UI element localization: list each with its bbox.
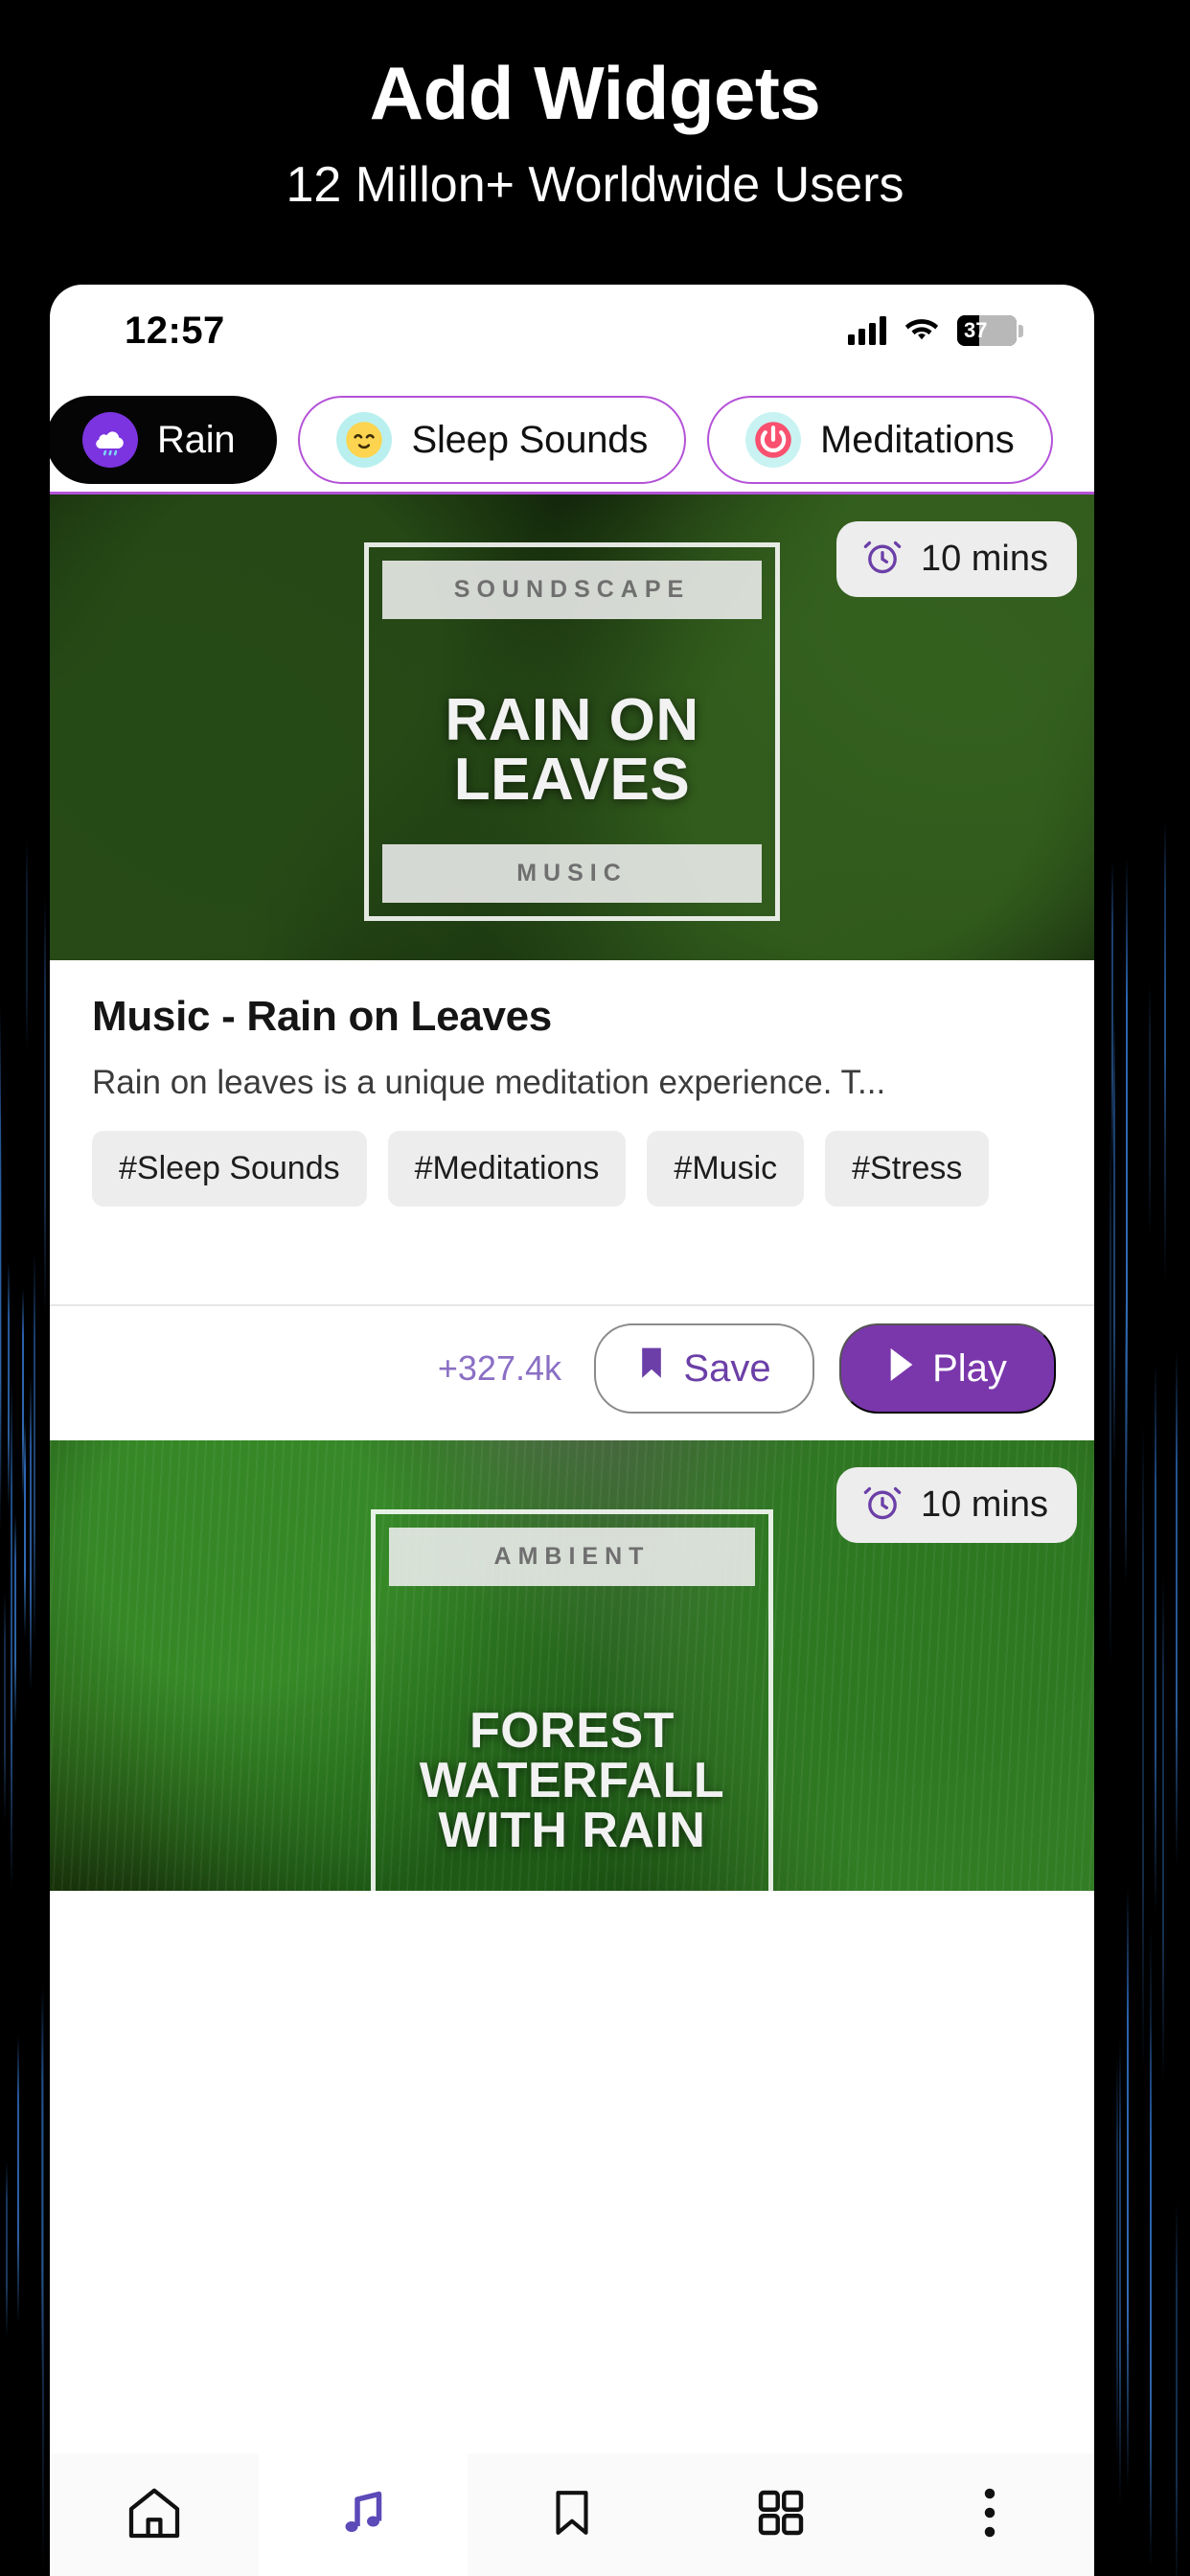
bookmark-icon <box>544 2485 600 2545</box>
play-triangle-icon <box>888 1347 915 1391</box>
card-spacer <box>92 1207 1052 1295</box>
tab-sleep-sounds[interactable]: Sleep Sounds <box>298 396 687 484</box>
category-tabs[interactable]: Rain Sleep Sounds Meditations <box>50 388 1094 492</box>
grid-icon <box>754 2486 808 2544</box>
artwork-title-line3: WITH RAIN <box>438 1803 706 1858</box>
nav-item-home[interactable] <box>50 2453 259 2576</box>
sound-card[interactable]: AMBIENT FOREST WATERFALL WITH RAIN 10 mi… <box>50 1440 1094 1891</box>
card-description: Rain on leaves is a unique meditation ex… <box>92 1064 886 1101</box>
promo-header: Add Widgets 12 Millon+ Worldwide Users <box>0 0 1190 210</box>
page-title: Add Widgets <box>369 51 821 135</box>
artwork-title-line2: WATERFALL <box>419 1753 725 1808</box>
artwork-frame: AMBIENT FOREST WATERFALL WITH RAIN <box>371 1509 773 1891</box>
more-vertical-icon <box>971 2484 1009 2546</box>
save-button[interactable]: Save <box>594 1323 814 1414</box>
artwork-title-line2: LEAVES <box>453 747 691 813</box>
card-artwork[interactable]: AMBIENT FOREST WATERFALL WITH RAIN 10 mi… <box>50 1440 1094 1891</box>
tab-label: Rain <box>157 418 236 461</box>
nav-item-saved[interactable] <box>468 2453 676 2576</box>
tab-meditations[interactable]: Meditations <box>707 396 1053 484</box>
battery-level: 37 <box>964 318 988 342</box>
card-actions: +327.4k Save Play <box>50 1304 1094 1431</box>
artwork-kicker: AMBIENT <box>389 1528 755 1586</box>
page-subtitle: 12 Millon+ Worldwide Users <box>286 157 904 213</box>
card-artwork[interactable]: SOUNDSCAPE RAIN ON LEAVES MUSIC 10 mins <box>50 494 1094 960</box>
artwork-kicker: SOUNDSCAPE <box>382 561 762 619</box>
music-note-icon <box>334 2484 392 2546</box>
power-button-icon <box>745 412 802 468</box>
bookmark-icon <box>637 1346 666 1391</box>
tag-chip[interactable]: #Stress <box>825 1131 990 1207</box>
tab-label: Sleep Sounds <box>411 418 649 461</box>
sound-card[interactable]: SOUNDSCAPE RAIN ON LEAVES MUSIC 10 mins … <box>50 494 1094 1431</box>
card-title: Music - Rain on Leaves <box>92 993 552 1040</box>
battery-icon: 37 <box>957 315 1023 346</box>
card-tags[interactable]: #Sleep Sounds #Meditations #Music #Stres… <box>92 1131 1052 1207</box>
nav-item-more[interactable] <box>885 2453 1094 2576</box>
tag-chip[interactable]: #Meditations <box>387 1131 627 1207</box>
rain-cloud-icon <box>82 412 138 468</box>
nav-item-grid[interactable] <box>676 2453 885 2576</box>
saves-count: +327.4k <box>437 1348 561 1388</box>
nav-item-music[interactable] <box>259 2453 468 2576</box>
tab-rain[interactable]: Rain <box>50 396 278 484</box>
card-body: Music - Rain on Leaves Rain on leaves is… <box>50 960 1094 1304</box>
tab-label: Meditations <box>820 418 1015 461</box>
cellular-signal-icon <box>848 316 886 345</box>
duration-text: 10 mins <box>920 539 1048 579</box>
status-bar: 12:57 37 <box>50 285 1094 377</box>
duration-badge: 10 mins <box>835 1467 1077 1543</box>
duration-badge: 10 mins <box>835 521 1077 597</box>
tag-chip[interactable]: #Music <box>647 1131 805 1207</box>
play-button-label: Play <box>932 1346 1007 1390</box>
alarm-clock-icon <box>861 1482 904 1529</box>
artwork-footer: MUSIC <box>382 844 762 903</box>
save-button-label: Save <box>683 1346 771 1390</box>
sound-card-list[interactable]: SOUNDSCAPE RAIN ON LEAVES MUSIC 10 mins … <box>50 494 1094 1891</box>
duration-text: 10 mins <box>920 1484 1048 1525</box>
alarm-clock-icon <box>861 536 904 583</box>
status-bar-clock: 12:57 <box>125 309 225 352</box>
tag-chip[interactable]: #Sleep Sounds <box>92 1131 367 1207</box>
artwork-title: FOREST WATERFALL WITH RAIN <box>376 1706 768 1855</box>
phone-mockup: 12:57 37 Rain Sleep Sounds Meditations S… <box>50 285 1094 2576</box>
wifi-icon <box>904 314 940 348</box>
artwork-title-line1: RAIN ON <box>445 687 699 753</box>
home-icon <box>124 2482 185 2548</box>
bottom-navigation[interactable] <box>50 2453 1094 2576</box>
play-button[interactable]: Play <box>839 1323 1056 1414</box>
sleeping-face-icon <box>336 412 393 468</box>
artwork-title: RAIN ON LEAVES <box>369 691 775 810</box>
artwork-title-line1: FOREST <box>469 1703 675 1759</box>
artwork-frame: SOUNDSCAPE RAIN ON LEAVES MUSIC <box>364 542 780 921</box>
